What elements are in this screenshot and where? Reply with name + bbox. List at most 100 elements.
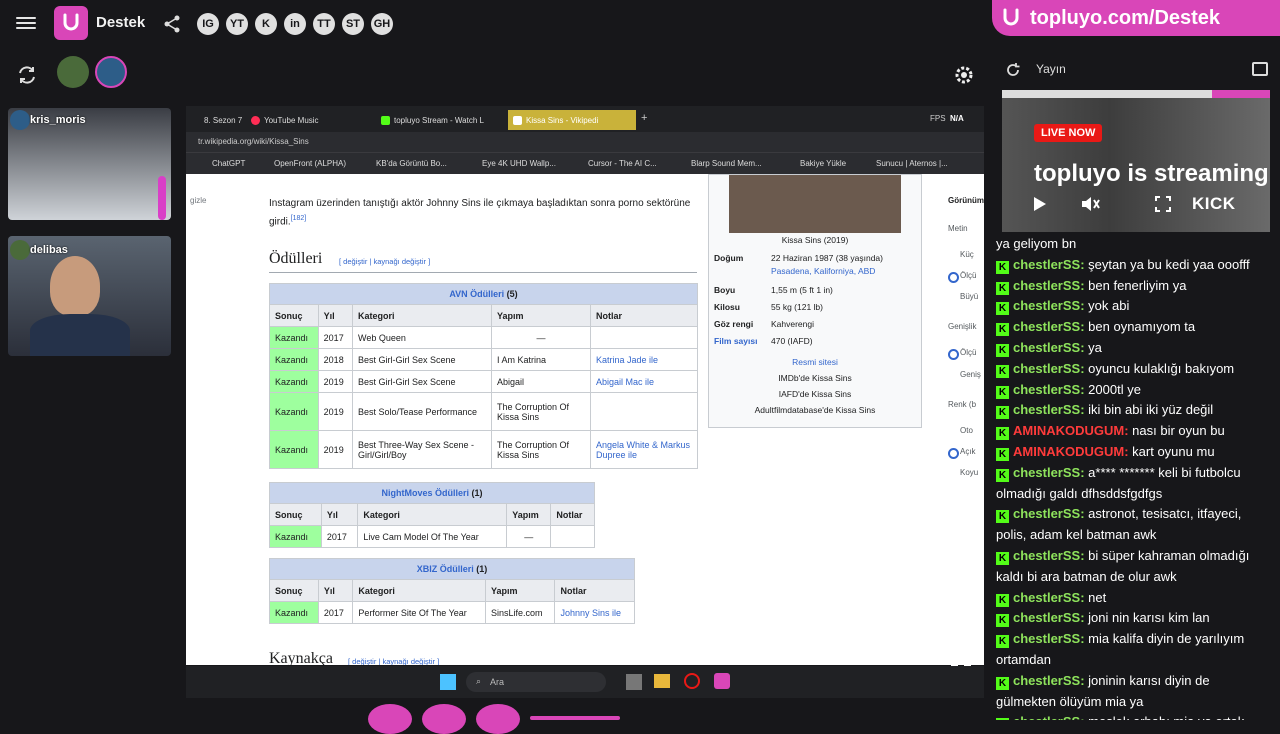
- bookmark[interactable]: Blarp Sound Mem...: [691, 159, 762, 168]
- task-view-icon[interactable]: [626, 674, 642, 690]
- column-header[interactable]: Yapım: [485, 579, 556, 602]
- table-caption[interactable]: XBIZ Ödülleri: [417, 564, 474, 574]
- windows-start-icon[interactable]: [440, 674, 456, 690]
- menu-icon[interactable]: [16, 14, 36, 32]
- chat-username[interactable]: chestlerSS:: [1013, 298, 1085, 313]
- column-header[interactable]: Kategori: [352, 304, 492, 327]
- column-header[interactable]: Sonuç: [269, 579, 319, 602]
- bookmark[interactable]: Bakiye Yükle: [800, 159, 846, 168]
- chat-username[interactable]: chestlerSS:: [1013, 506, 1085, 521]
- chat-username[interactable]: chestlerSS:: [1013, 257, 1085, 272]
- table-row: Kazandı 2017 Live Cam Model Of The Year —: [269, 525, 595, 548]
- browser-tab[interactable]: 8. Sezon 7: [186, 110, 246, 130]
- chat-username[interactable]: chestlerSS:: [1013, 714, 1085, 720]
- hide-link[interactable]: gizle: [190, 196, 206, 205]
- column-header[interactable]: Yıl: [317, 579, 354, 602]
- github-icon[interactable]: GH: [371, 13, 393, 35]
- panel-toggle-icon[interactable]: [1252, 62, 1268, 76]
- infobox-link[interactable]: Adultfilmdatabase'de Kissa Sins: [709, 405, 921, 415]
- portrait-image[interactable]: [729, 175, 901, 233]
- bookmark[interactable]: Sunucu | Aternos |...: [876, 159, 948, 168]
- infobox-link[interactable]: IMDb'de Kissa Sins: [709, 373, 921, 383]
- bookmark[interactable]: KB'da Görüntü Bo...: [376, 159, 447, 168]
- browser-tab[interactable]: YouTube Music: [246, 110, 371, 130]
- new-tab-icon[interactable]: +: [641, 112, 647, 124]
- chat-username[interactable]: chestlerSS:: [1013, 548, 1085, 563]
- chat-message: KchestlerSS: 2000tl ye: [996, 380, 1268, 401]
- browser-tab-active[interactable]: Kissa Sins - Vikipedi: [508, 110, 636, 130]
- browser-tab[interactable]: topluyo Stream - Watch L: [376, 110, 506, 130]
- radio-selected[interactable]: [948, 272, 959, 283]
- table-caption[interactable]: NightMoves Ödülleri: [381, 488, 469, 498]
- chat-username[interactable]: chestlerSS:: [1013, 402, 1085, 417]
- screen-share[interactable]: 8. Sezon 7 YouTube Music topluyo Stream …: [186, 106, 984, 665]
- chat-username[interactable]: chestlerSS:: [1013, 631, 1085, 646]
- column-header[interactable]: Notlar: [554, 579, 635, 602]
- chat-username[interactable]: chestlerSS:: [1013, 340, 1085, 355]
- address-bar[interactable]: tr.wikipedia.org/wiki/Kissa_Sins: [186, 132, 984, 152]
- fullscreen-icon[interactable]: [1155, 196, 1171, 217]
- bookmark[interactable]: ChatGPT: [212, 159, 245, 168]
- group-name[interactable]: Destek: [96, 14, 145, 31]
- refresh-icon[interactable]: [16, 64, 38, 86]
- edit-links[interactable]: [ değiştir | kaynağı değiştir ]: [348, 657, 439, 665]
- infobox-link[interactable]: Resmi sitesi: [709, 357, 921, 367]
- chat-username[interactable]: chestlerSS:: [1013, 382, 1085, 397]
- camera-button[interactable]: [368, 704, 412, 734]
- kick-badge-icon: K: [996, 281, 1009, 295]
- column-header[interactable]: Yapım: [491, 304, 591, 327]
- youtube-icon[interactable]: YT: [226, 13, 248, 35]
- folder-icon[interactable]: [654, 674, 670, 688]
- steam-icon[interactable]: ST: [342, 13, 364, 35]
- avatar[interactable]: [95, 56, 127, 88]
- play-icon[interactable]: [1033, 196, 1047, 217]
- chat-username[interactable]: AMINAKODUGUM:: [1013, 423, 1129, 438]
- column-header[interactable]: Kategori: [352, 579, 487, 602]
- chat-username[interactable]: chestlerSS:: [1013, 361, 1085, 376]
- kick-badge-icon: K: [996, 427, 1009, 441]
- instagram-icon[interactable]: IG: [197, 13, 219, 35]
- taskbar-search[interactable]: ⌕ Ara: [466, 672, 606, 692]
- radio-selected[interactable]: [948, 349, 959, 360]
- chat-username[interactable]: AMINAKODUGUM:: [1013, 444, 1129, 459]
- share-icon[interactable]: [162, 14, 182, 34]
- column-header[interactable]: Yıl: [317, 304, 354, 327]
- mute-icon[interactable]: [1080, 195, 1100, 218]
- tiktok-icon[interactable]: TT: [313, 13, 335, 35]
- gear-icon[interactable]: [953, 64, 975, 86]
- chat-username[interactable]: chestlerSS:: [1013, 319, 1085, 334]
- infobox-link[interactable]: IAFD'de Kissa Sins: [709, 389, 921, 399]
- column-header[interactable]: Sonuç: [269, 503, 322, 526]
- column-header[interactable]: Notlar: [590, 304, 698, 327]
- reload-icon[interactable]: [1005, 62, 1021, 78]
- chat-username[interactable]: chestlerSS:: [1013, 465, 1085, 480]
- bookmark[interactable]: Cursor - The AI C...: [588, 159, 657, 168]
- topluyo-logo[interactable]: [54, 6, 88, 40]
- column-header[interactable]: Yıl: [320, 503, 359, 526]
- microphone-button[interactable]: [422, 704, 466, 734]
- chat-username[interactable]: chestlerSS:: [1013, 673, 1085, 688]
- chat-message: KchestlerSS: ya: [996, 338, 1268, 359]
- chat-username[interactable]: chestlerSS:: [1013, 278, 1085, 293]
- volume-slider[interactable]: [530, 716, 620, 720]
- topluyo-app-icon[interactable]: [714, 673, 730, 689]
- edit-links[interactable]: [ değiştir | kaynağı değiştir ]: [339, 257, 430, 266]
- table-row: Kazandı 2019 Best Three-Way Sex Scene - Gi…: [269, 430, 698, 469]
- kick-logo: KICK: [1192, 194, 1236, 213]
- column-header[interactable]: Kategori: [357, 503, 508, 526]
- column-header[interactable]: Sonuç: [269, 304, 319, 327]
- kick-icon[interactable]: K: [255, 13, 277, 35]
- table-caption[interactable]: AVN Ödülleri: [449, 289, 504, 299]
- linkedin-icon[interactable]: in: [284, 13, 306, 35]
- opera-icon[interactable]: [684, 673, 700, 689]
- column-header[interactable]: Yapım: [506, 503, 552, 526]
- bookmark[interactable]: Eye 4K UHD Wallp...: [482, 159, 556, 168]
- screen-share-button[interactable]: [476, 704, 520, 734]
- chat-username[interactable]: chestlerSS:: [1013, 590, 1085, 605]
- kick-badge-icon: K: [996, 676, 1009, 690]
- chat-username[interactable]: chestlerSS:: [1013, 610, 1085, 625]
- avatar[interactable]: [57, 56, 89, 88]
- bookmark[interactable]: OpenFront (ALPHA): [274, 159, 346, 168]
- radio-selected[interactable]: [948, 448, 959, 459]
- column-header[interactable]: Notlar: [550, 503, 595, 526]
